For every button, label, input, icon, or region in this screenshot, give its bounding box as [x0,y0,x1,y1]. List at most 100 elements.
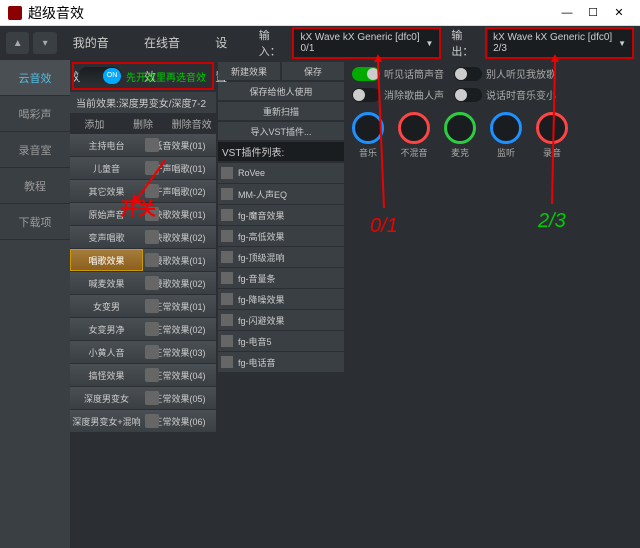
plugin-icon [221,272,233,284]
effect-preset-item[interactable]: 快歌效果(02) [143,226,216,248]
vst-plugin-item[interactable]: fg-闪避效果 [218,310,344,330]
nav-downloads[interactable]: 下载项 [0,204,70,240]
vst-panel: 新建效果 保存 保存给他人使用 重新扫描 导入VST插件... VST插件列表:… [216,60,346,548]
effect-preset-item[interactable]: 快歌效果(01) [143,203,216,225]
vst-plugin-item[interactable]: RoVee [218,163,344,183]
opt-duck-music[interactable]: 说话时音乐变小 [454,87,556,102]
knob-row: 音乐 不混音 麦克监听 录音 [352,112,634,159]
effect-preset-item[interactable]: 慢歌效果(01) [143,249,216,271]
knob-录音[interactable]: 录音 [536,112,568,159]
opt-remove-vocals[interactable]: 消除歌曲人声 [352,87,444,102]
effect-preset-item[interactable]: 正常效果(04) [143,364,216,386]
master-toggle[interactable]: ON [78,67,122,85]
effect-preset-item[interactable]: 正常效果(03) [143,341,216,363]
nav-cheers[interactable]: 喝彩声 [0,96,70,132]
opt-others-hear-music[interactable]: 别人听见我放歌 [454,66,556,81]
disk-icon [145,138,159,152]
knob-监听[interactable]: 监听 [490,112,522,159]
import-vst-button[interactable]: 导入VST插件... [218,122,344,140]
save-button[interactable]: 保存 [282,62,344,80]
effect-category-item[interactable]: 小黄人音 [70,341,143,363]
effect-category-item[interactable]: 搞怪效果 [70,364,143,386]
nav-cloud-effects[interactable]: 云音效 [0,60,70,96]
input-device-select[interactable]: kX Wave kX Generic [dfc0] 0/1 ▼ [292,27,441,59]
effect-preset-item[interactable]: 正常效果(02) [143,318,216,340]
menu-button[interactable]: ▲ [6,32,29,54]
effect-preset-item[interactable]: 正常效果(01) [143,295,216,317]
knob-不混音[interactable]: 不混音 [398,112,430,159]
effect-category-item[interactable]: 主持电台 [70,134,143,156]
effect-preset-item[interactable]: 正常效果(06) [143,410,216,432]
effect-category-item[interactable]: 深度男变女+混响 [70,410,143,432]
minimize-button[interactable]: — [554,3,580,23]
tab-online-effects[interactable]: 在线音效 [132,26,199,60]
effect-category-item[interactable]: 其它效果 [70,180,143,202]
app-logo [8,6,22,20]
vst-plugin-item[interactable]: fg-电音5 [218,331,344,351]
disk-icon [145,207,159,221]
effect-category-item[interactable]: 儿童音 [70,157,143,179]
subtab-remove-effect[interactable]: 删除音效 [167,113,216,134]
knob-dial [352,112,384,144]
rescan-button[interactable]: 重新扫描 [218,102,344,120]
knob-麦克[interactable]: 麦克 [444,112,476,159]
opt-hear-mic[interactable]: 听见话筒声音 [352,66,444,81]
effect-preset-item[interactable]: 正常效果(05) [143,387,216,409]
effect-preset-item[interactable]: 干声唱歌(02) [143,180,216,202]
effect-preset-item[interactable]: 低音效果(01) [143,134,216,156]
disk-icon [145,230,159,244]
disk-icon [145,161,159,175]
nav-studio[interactable]: 录音室 [0,132,70,168]
left-nav: 云音效 喝彩声 录音室 教程 下载项 [0,60,70,548]
vst-plugin-item[interactable]: fg-顶级混响 [218,247,344,267]
plugin-icon [221,188,233,200]
vst-plugin-item[interactable]: fg-魔音效果 [218,205,344,225]
knob-label: 音乐 [359,146,377,159]
effect-category-item[interactable]: 深度男变女 [70,387,143,409]
save-for-others-button[interactable]: 保存给他人使用 [218,82,344,100]
input-device-value: kX Wave kX Generic [dfc0] 0/1 [300,32,421,54]
effect-category-item[interactable]: 变声唱歌 [70,226,143,248]
vst-plugin-item[interactable]: fg-音量条 [218,268,344,288]
vst-plugin-item[interactable]: fg-电话音 [218,352,344,372]
plugin-icon [221,293,233,305]
tab-settings[interactable]: 设置 [203,26,249,60]
nav-tutorial[interactable]: 教程 [0,168,70,204]
effect-subtabs: 添加 删除 删除音效 [70,113,216,134]
subtab-add[interactable]: 添加 [70,113,119,134]
tab-my-effects[interactable]: 我的音效 [61,26,128,60]
knob-label: 监听 [497,146,515,159]
new-effect-button[interactable]: 新建效果 [218,62,280,80]
effect-preset-item[interactable]: 慢歌效果(02) [143,272,216,294]
plugin-icon [221,251,233,263]
switch-icon [454,88,482,102]
vst-plugin-item[interactable]: fg-高低效果 [218,226,344,246]
disk-icon [145,391,159,405]
knob-dial [398,112,430,144]
effect-preset-item[interactable]: 干声唱歌(01) [143,157,216,179]
effects-two-col: 主持电台儿童音其它效果原始声音变声唱歌唱歌效果喊麦效果女变男女变男净小黄人音搞怪… [70,134,216,548]
toggle-knob: ON [103,68,121,84]
effect-category-item[interactable]: 女变男 [70,295,143,317]
output-label: 输出： [451,27,481,59]
vst-plugin-item[interactable]: fg-降噪效果 [218,289,344,309]
disk-icon [145,253,159,267]
dropdown-button[interactable]: ▾ [33,32,56,54]
window-title: 超级音效 [28,3,554,23]
maximize-button[interactable]: ☐ [580,3,606,23]
knob-dial [490,112,522,144]
knob-label: 不混音 [400,146,427,159]
effect-category-item[interactable]: 唱歌效果 [70,249,143,271]
current-effect-label: 当前效果:深度男变女/深度7-2 [70,92,216,113]
output-device-select[interactable]: kX Wave kX Generic [dfc0] 2/3 ▼ [485,27,634,59]
effects-column: ON 先开这里再选音效 当前效果:深度男变女/深度7-2 添加 删除 删除音效 … [70,60,216,548]
effect-category-item[interactable]: 喊麦效果 [70,272,143,294]
close-button[interactable]: ✕ [606,3,632,23]
vst-plugin-item[interactable]: MM-人声EQ [218,184,344,204]
subtab-delete[interactable]: 删除 [119,113,168,134]
effect-category-item[interactable]: 女变男净 [70,318,143,340]
knob-音乐[interactable]: 音乐 [352,112,384,159]
effect-category-item[interactable]: 原始声音 [70,203,143,225]
content-area: 云音效 喝彩声 录音室 教程 下载项 ON 先开这里再选音效 当前效果:深度男变… [0,60,640,548]
plugin-icon [221,335,233,347]
